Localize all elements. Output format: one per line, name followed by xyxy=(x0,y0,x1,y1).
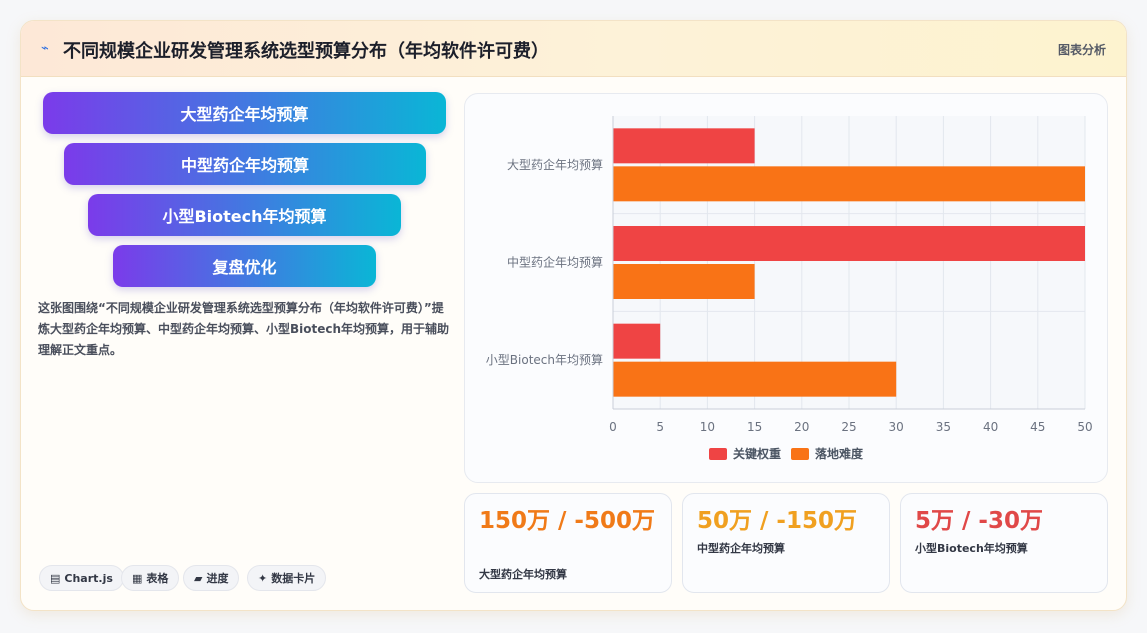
stat-label: 小型Biotech年均预算 xyxy=(915,542,1028,555)
funnel-step-label: 大型药企年均预算 xyxy=(180,105,309,124)
chip-label: 表格 xyxy=(146,572,169,585)
x-tick-label: 10 xyxy=(700,420,715,434)
chip-data-card[interactable]: ✦ 数据卡片 xyxy=(247,565,327,591)
stat-value: 50万 / -150万 xyxy=(697,508,857,534)
x-tick-label: 40 xyxy=(983,420,998,434)
chip-label: Chart.js xyxy=(64,571,113,585)
legend-label: 落地难度 xyxy=(815,446,864,461)
progress-icon: ▰ xyxy=(194,571,203,585)
sparkle-icon: ✦ xyxy=(258,571,268,585)
table-icon: ▦ xyxy=(132,571,143,585)
x-tick-label: 15 xyxy=(747,420,762,434)
category-tag: 图表分析 xyxy=(1057,43,1106,57)
x-tick-label: 50 xyxy=(1077,420,1092,434)
stat-label: 大型药企年均预算 xyxy=(479,568,567,581)
chip-label: 数据卡片 xyxy=(271,572,316,585)
chart-description: 这张图围绕“不同规模企业研发管理系统选型预算分布（年均软件许可费）”提炼大型药企… xyxy=(38,301,450,357)
x-tick-label: 25 xyxy=(841,420,856,434)
bar-difficulty xyxy=(613,264,755,299)
stat-label: 中型药企年均预算 xyxy=(697,542,785,555)
chip-progress[interactable]: ▰ 进度 xyxy=(183,565,240,591)
bar-difficulty xyxy=(613,166,1085,202)
funnel-step-review[interactable]: 复盘优化 xyxy=(113,245,376,287)
y-category-label: 中型药企年均预算 xyxy=(507,255,603,270)
stat-card-small-biotech: 5万 / -30万 小型Biotech年均预算 xyxy=(900,493,1108,593)
stat-value: 150万 / -500万 xyxy=(479,508,655,534)
legend-label: 关键权重 xyxy=(733,446,781,461)
x-tick-label: 35 xyxy=(936,420,951,434)
bar-chart: 0 5 10 15 20 25 30 35 40 45 50 大型药企年均预算中型药企年均预算小型Bi… xyxy=(486,116,1093,461)
legend-swatch xyxy=(791,448,809,460)
funnel-step-label: 小型Biotech年均预算 xyxy=(162,207,327,226)
funnel-step-mid-pharma[interactable]: 中型药企年均预算 xyxy=(64,143,426,185)
bar-key-weight xyxy=(613,226,1085,261)
chip-chartjs[interactable]: ▤ Chart.js xyxy=(39,565,124,591)
bar-key-weight xyxy=(613,323,661,359)
legend-swatch xyxy=(709,448,727,460)
card-header: ⌁ 不同规模企业研发管理系统选型预算分布（年均软件许可费） 图表分析 xyxy=(21,21,1126,77)
chip-label: 进度 xyxy=(206,572,229,585)
x-tick-label: 5 xyxy=(656,420,664,434)
x-tick-label: 0 xyxy=(609,420,617,434)
x-tick-label: 20 xyxy=(794,420,809,434)
stat-value: 5万 / -30万 xyxy=(915,508,1043,534)
bar-key-weight xyxy=(613,128,755,164)
funnel-step-label: 中型药企年均预算 xyxy=(180,156,309,175)
y-category-label: 小型Biotech年均预算 xyxy=(486,352,603,367)
funnel-step-label: 复盘优化 xyxy=(212,258,277,277)
chart-icon: ▤ xyxy=(50,571,61,585)
page-title: 不同规模企业研发管理系统选型预算分布（年均软件许可费） xyxy=(63,41,549,62)
y-category-label: 大型药企年均预算 xyxy=(507,157,603,172)
stat-card-mid-pharma: 50万 / -150万 中型药企年均预算 xyxy=(682,493,890,593)
x-tick-label: 30 xyxy=(889,420,904,434)
chart-icon: ⌁ xyxy=(41,41,49,56)
bar-difficulty xyxy=(613,361,897,397)
funnel-step-large-pharma[interactable]: 大型药企年均预算 xyxy=(43,92,446,134)
chip-table[interactable]: ▦ 表格 xyxy=(121,565,180,591)
chart-panel: 0 5 10 15 20 25 30 35 40 45 50 大型药企年均预算 中型药企年均预算小型Bi… xyxy=(464,93,1108,483)
funnel-step-small-biotech[interactable]: 小型Biotech年均预算 xyxy=(88,194,401,236)
stat-card-large-pharma: 150万 / -500万 大型药企年均预算 xyxy=(464,493,672,593)
x-tick-label: 45 xyxy=(1030,420,1045,434)
